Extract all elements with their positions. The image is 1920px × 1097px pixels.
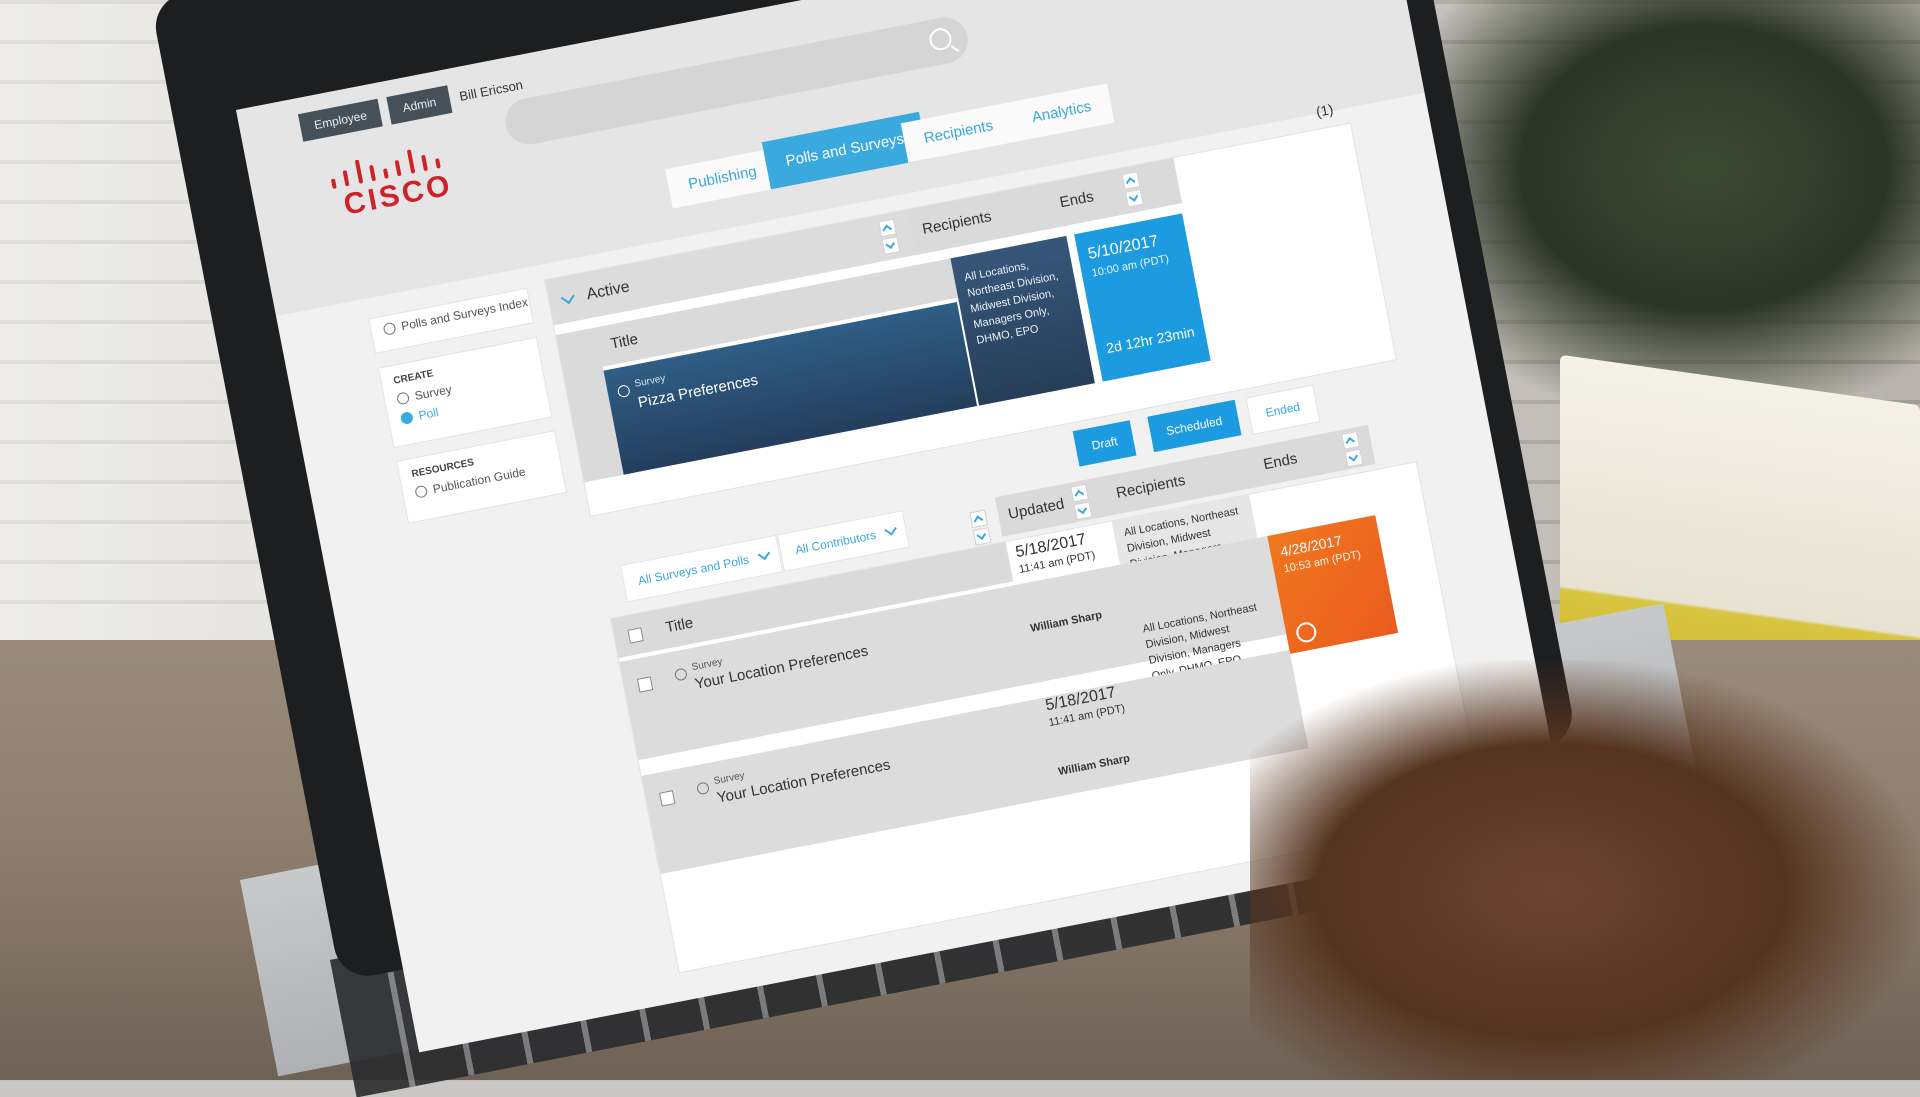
- active-ends-cell: 5/10/2017 10:00 am (PDT) 2d 12hr 23min: [1074, 213, 1211, 382]
- sort-down-icon[interactable]: [1344, 448, 1364, 468]
- select-all-checkbox[interactable]: [627, 627, 644, 644]
- radio-icon: [396, 391, 411, 406]
- row-type: Survey: [633, 373, 667, 390]
- role-admin-button[interactable]: Admin: [386, 85, 453, 125]
- ended-button[interactable]: Ended: [1245, 384, 1321, 435]
- user-name: Bill Ericson: [458, 76, 525, 104]
- draft-button[interactable]: Draft: [1072, 420, 1137, 467]
- sidebar-item-label: Poll: [417, 405, 440, 423]
- sort-down-icon[interactable]: [881, 236, 901, 255]
- radio-selected-icon: [399, 411, 414, 426]
- recipients-text: All Locations, Northeast Division, Midwe…: [963, 259, 1060, 347]
- dropdown-value: All Contributors: [793, 527, 878, 558]
- sort-up-icon[interactable]: [878, 218, 897, 238]
- ended-cell: 4/28/2017 10:53 am (PDT): [1267, 515, 1399, 654]
- active-count: (1): [1314, 100, 1335, 120]
- row-checkbox[interactable]: [636, 676, 654, 693]
- author-name: William Sharp: [1029, 609, 1104, 635]
- sidebar-item-label: Survey: [413, 382, 453, 403]
- sort-down-icon[interactable]: [972, 527, 992, 546]
- scheduled-button[interactable]: Scheduled: [1147, 399, 1242, 453]
- chevron-down-icon: [757, 547, 770, 561]
- radio-icon[interactable]: [695, 781, 711, 796]
- alarm-clock-icon[interactable]: [1294, 620, 1319, 645]
- role-employee-button[interactable]: Employee: [297, 98, 384, 142]
- author-name: William Sharp: [1057, 752, 1131, 779]
- sort-up-icon[interactable]: [1121, 171, 1141, 190]
- time-remaining: 2d 12hr 23min: [1104, 323, 1196, 357]
- sort-down-icon[interactable]: [1073, 501, 1093, 521]
- sort-down-icon[interactable]: [1124, 188, 1144, 208]
- sort-up-icon[interactable]: [1341, 431, 1360, 450]
- radio-icon[interactable]: [673, 667, 688, 682]
- sidebar-item-label: Polls and Surveys Index: [399, 294, 530, 334]
- tab-publishing[interactable]: Publishing: [665, 148, 781, 209]
- sort-up-icon[interactable]: [1070, 483, 1089, 503]
- sort-up-icon[interactable]: [969, 509, 989, 529]
- sidebar-create: CREATE Survey Poll: [377, 336, 553, 449]
- row-checkbox[interactable]: [659, 790, 676, 807]
- radio-icon[interactable]: [616, 384, 631, 399]
- col-updated[interactable]: Updated: [994, 476, 1111, 537]
- radio-icon: [382, 321, 397, 336]
- cisco-logo: CISCO: [328, 142, 455, 222]
- chevron-down-icon[interactable]: [560, 290, 575, 305]
- active-section-label: Active: [585, 278, 632, 304]
- chevron-down-icon: [884, 523, 897, 536]
- dropdown-value: All Surveys and Polls: [636, 552, 751, 588]
- tab-analytics[interactable]: Analytics: [1008, 83, 1115, 142]
- sidebar-item-index[interactable]: Polls and Surveys Index: [382, 295, 530, 337]
- sidebar-resources: RESOURCES Publication Guide: [395, 430, 568, 524]
- radio-icon: [414, 484, 429, 499]
- typing-hands: [1250, 660, 1920, 1080]
- search-icon[interactable]: [927, 26, 954, 53]
